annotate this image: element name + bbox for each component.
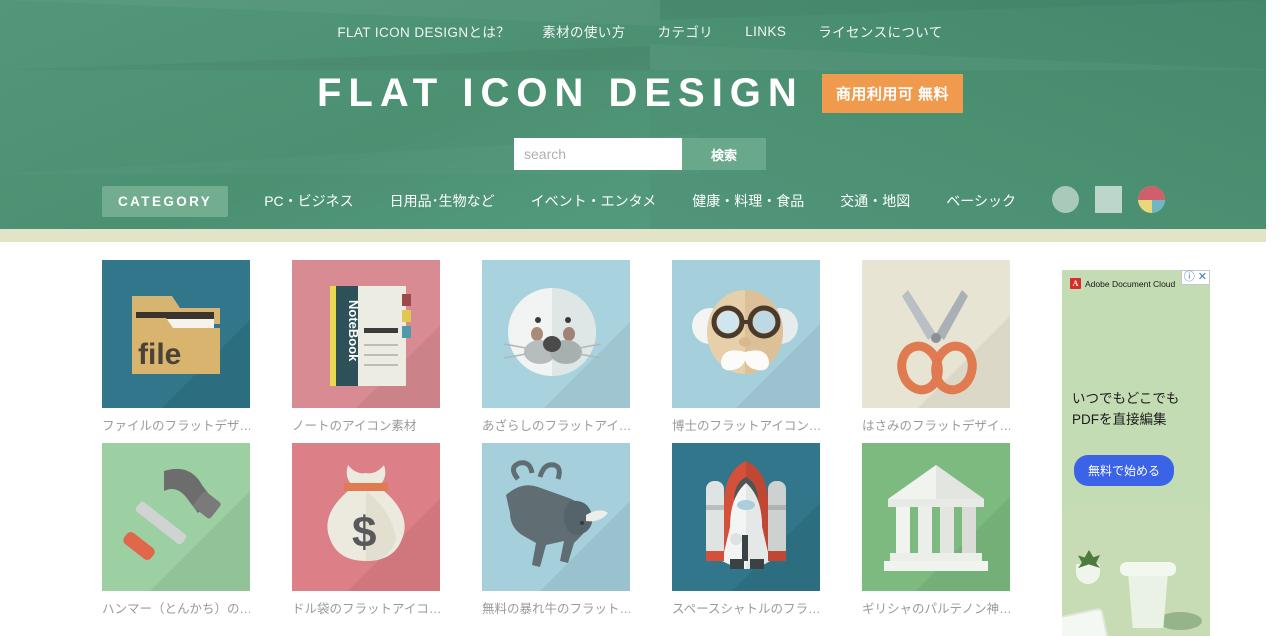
gallery-card-label: ファイルのフラットデザ… <box>102 419 250 433</box>
gallery-card-scissors[interactable]: はさみのフラットデザイ… <box>862 260 1010 435</box>
adobe-logo-icon: A <box>1070 278 1081 289</box>
space-shuttle-art <box>706 461 820 591</box>
topnav-item-usage[interactable]: 素材の使い方 <box>542 21 625 41</box>
advertisement-panel[interactable]: A Adobe Document Cloud ⓘ ✕ いつでもどこでも PDFを… <box>1062 270 1210 636</box>
seal-art <box>503 288 630 408</box>
commercial-use-badge: 商用利用可 無料 <box>821 73 963 113</box>
shape-filter-group <box>1052 186 1165 213</box>
category-link-transport-map[interactable]: 交通・地図 <box>840 191 910 211</box>
gallery-card-label: 博士のフラットアイコン… <box>672 419 820 433</box>
topnav-item-category[interactable]: カテゴリ <box>658 21 714 41</box>
ad-close-icon[interactable]: ✕ <box>1197 271 1208 284</box>
gallery-card-file[interactable]: file ファイルのフラットデザ… <box>102 260 250 435</box>
category-link-pc-business[interactable]: PC・ビジネス <box>264 191 353 211</box>
square-shape-icon[interactable] <box>1095 186 1122 213</box>
title-row: FLAT ICON DESIGN 商用利用可 無料 <box>0 62 1280 124</box>
space-shuttle-icon <box>672 443 820 591</box>
professor-icon <box>672 260 820 408</box>
ad-cta-button[interactable]: 無料で始める <box>1074 455 1175 486</box>
search-button[interactable]: 検索 <box>682 138 766 170</box>
gallery-card-bull[interactable]: 無料の暴れ牛のフラット… <box>482 443 630 618</box>
parthenon-art <box>884 465 1010 591</box>
svg-text:file: file <box>138 338 181 371</box>
scissors-art <box>897 290 1010 408</box>
money-bag-art: $ <box>327 465 440 591</box>
notebook-icon: NoteBook <box>292 260 440 408</box>
seal-icon <box>482 260 630 408</box>
cup-shadow <box>1158 612 1202 630</box>
gallery-card-space-shuttle[interactable]: スペースシャトルのフラ… <box>672 443 820 618</box>
parthenon-icon <box>862 443 1010 591</box>
gallery-card-seal[interactable]: あざらしのフラットアイ… <box>482 260 630 435</box>
category-link-basic[interactable]: ベーシック <box>946 191 1016 211</box>
gallery-card-label: はさみのフラットデザイ… <box>862 419 1010 433</box>
hammer-icon <box>102 443 250 591</box>
ad-headline-line2: PDFを直接編集 <box>1072 412 1167 427</box>
gallery-card-hammer[interactable]: ハンマー（とんかち）の… <box>102 443 250 618</box>
smartphone-icon <box>1062 607 1110 636</box>
site-title: FLAT ICON DESIGN <box>317 70 804 115</box>
ad-top-bar: A Adobe Document Cloud ⓘ ✕ <box>1062 270 1210 296</box>
topnav-item-links[interactable]: LINKS <box>745 24 786 39</box>
category-link-health-food[interactable]: 健康・料理・食品 <box>692 191 804 211</box>
topnav-item-about[interactable]: FLAT ICON DESIGNとは？ <box>337 21 510 41</box>
gallery-card-money-bag[interactable]: $ ドル袋のフラットアイコ… <box>292 443 440 618</box>
gallery-card-label: ハンマー（とんかち）の… <box>102 602 250 616</box>
svg-text:$: $ <box>352 508 376 557</box>
adchoices-info-icon[interactable]: ⓘ <box>1183 271 1196 284</box>
top-navigation: FLAT ICON DESIGNとは？ 素材の使い方 カテゴリ LINKS ライ… <box>0 0 1280 62</box>
gallery-card-label: ドル袋のフラットアイコ… <box>292 602 440 616</box>
category-link-event-entertainment[interactable]: イベント・エンタメ <box>531 191 657 211</box>
gallery-card-label: ギリシャのパルテノン神… <box>862 602 1010 616</box>
pie-segment-blue <box>1151 199 1165 213</box>
ad-headline-line1: いつでもどこでも <box>1072 391 1180 406</box>
money-bag-icon: $ <box>292 443 440 591</box>
svg-text:NoteBook: NoteBook <box>346 300 361 362</box>
search-row: 検索 <box>0 138 1280 170</box>
gallery-card-label: あざらしのフラットアイ… <box>482 419 630 433</box>
gallery-card-notebook[interactable]: NoteBook ノートのアイコン素材 <box>292 260 440 435</box>
hammer-art <box>123 468 250 591</box>
coffee-cup-lid <box>1120 562 1176 576</box>
bull-icon <box>482 443 630 591</box>
file-folder-icon: file <box>102 260 250 408</box>
gallery-card-label: 無料の暴れ牛のフラット… <box>482 602 630 616</box>
ad-controls: ⓘ ✕ <box>1180 270 1210 285</box>
file-folder-art: file <box>132 296 250 408</box>
ad-brand-label: Adobe Document Cloud <box>1085 278 1176 289</box>
ad-photo <box>1062 506 1210 636</box>
scissors-icon <box>862 260 1010 408</box>
gallery-card-label: スペースシャトルのフラ… <box>672 602 820 616</box>
color-pie-shape-icon[interactable] <box>1138 186 1165 213</box>
site-header: FLAT ICON DESIGNとは？ 素材の使い方 カテゴリ LINKS ライ… <box>0 0 1280 229</box>
gallery-card-label: ノートのアイコン素材 <box>292 419 417 433</box>
gallery-card-professor[interactable]: 博士のフラットアイコン… <box>672 260 820 435</box>
topnav-item-license[interactable]: ライセンスについて <box>818 21 942 41</box>
circle-shape-icon[interactable] <box>1052 186 1079 213</box>
ad-brand: A Adobe Document Cloud <box>1070 278 1175 289</box>
category-badge: CATEGORY <box>102 185 229 217</box>
search-input[interactable] <box>514 138 682 170</box>
icon-gallery-grid: file ファイルのフラットデザ… NoteBook ノートのアイコン素材 あざ… <box>102 260 1010 618</box>
professor-art <box>692 290 820 408</box>
notebook-art: NoteBook <box>330 286 440 408</box>
bull-art <box>506 460 630 591</box>
pie-segment-red <box>1138 186 1165 200</box>
gallery-card-parthenon[interactable]: ギリシャのパルテノン神… <box>862 443 1010 618</box>
category-link-daily-life[interactable]: 日用品･生物など <box>390 191 495 211</box>
header-divider <box>0 229 1280 242</box>
ad-headline: いつでもどこでも PDFを直接編集 <box>1072 388 1179 430</box>
